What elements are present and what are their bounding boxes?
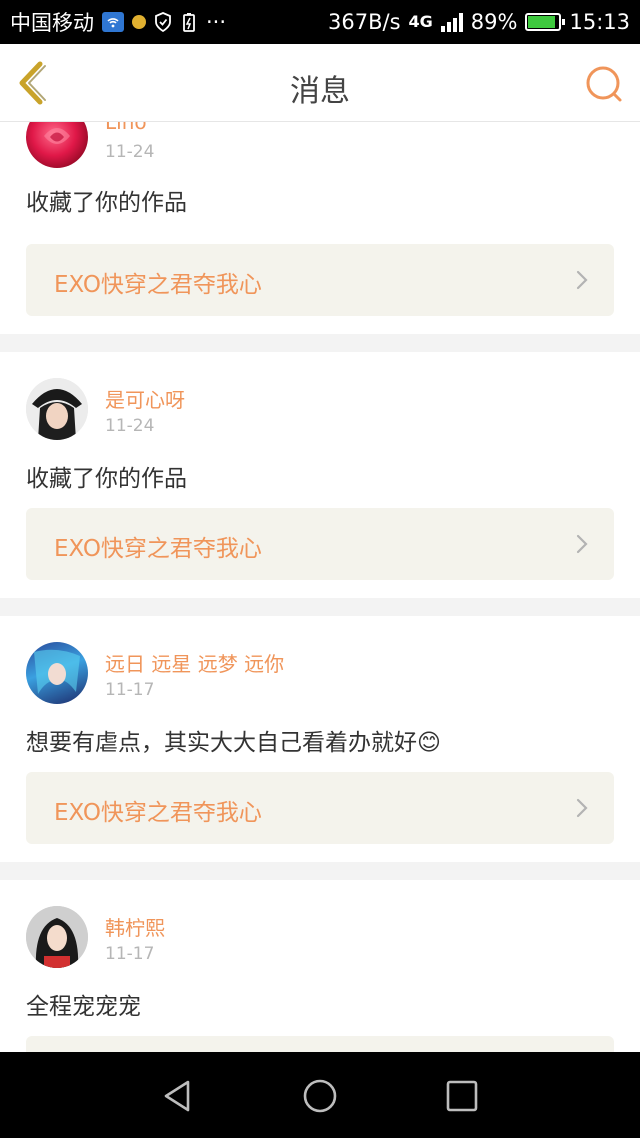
carrier-label: 中国移动 — [10, 11, 94, 35]
system-nav-bar — [0, 1052, 640, 1138]
chevron-right-icon — [576, 270, 588, 290]
avatar[interactable] — [26, 906, 88, 968]
username[interactable]: 是可心呀 — [105, 384, 185, 413]
nav-home-icon[interactable] — [302, 1078, 338, 1114]
network-type-label: 4G — [408, 12, 433, 31]
message-date: 11-17 — [105, 680, 155, 700]
chevron-right-icon — [576, 798, 588, 818]
username[interactable]: 远日 远星 远梦 远你 — [105, 648, 284, 677]
message-list[interactable]: Lino 11-24 收藏了你的作品 EXO快穿之君夺我心 是可心呀 11-24… — [0, 122, 640, 1052]
clock: 15:13 — [569, 10, 630, 34]
network-speed: 367B/s — [328, 10, 401, 34]
wifi-calling-icon — [102, 12, 124, 32]
shield-icon — [155, 12, 171, 32]
message-card: 远日 远星 远梦 远你 11-17 想要有虐点，其实大大自己看着办就好😊 EXO… — [0, 616, 640, 862]
work-link[interactable] — [26, 1036, 614, 1052]
avatar[interactable] — [26, 122, 88, 168]
message-card: 是可心呀 11-24 收藏了你的作品 EXO快穿之君夺我心 — [0, 352, 640, 598]
chevron-right-icon — [576, 534, 588, 554]
battery-fill — [528, 16, 556, 28]
message-text: 收藏了你的作品 — [26, 466, 187, 492]
work-link[interactable]: EXO快穿之君夺我心 — [26, 772, 614, 844]
battery-saver-icon — [183, 13, 195, 32]
message-card: 韩柠熙 11-17 全程宠宠宠 — [0, 880, 640, 1052]
status-bar: 中国移动 ··· 367B/s 4G 89% 15:13 — [0, 0, 640, 44]
message-date: 11-24 — [105, 416, 155, 436]
app-header: 消息 — [0, 44, 640, 122]
avatar[interactable] — [26, 378, 88, 440]
nav-back-icon[interactable] — [160, 1078, 196, 1114]
notification-dot-icon — [132, 15, 146, 29]
battery-percent: 89% — [470, 10, 518, 34]
page-title: 消息 — [290, 74, 350, 109]
work-link[interactable]: EXO快穿之君夺我心 — [26, 244, 614, 316]
message-date: 11-24 — [105, 142, 155, 162]
work-title: EXO快穿之君夺我心 — [54, 800, 262, 826]
smile-emoji-icon: 😊 — [417, 730, 441, 756]
username[interactable]: 韩柠熙 — [105, 912, 165, 941]
username[interactable]: Lino — [105, 122, 147, 134]
search-icon[interactable] — [584, 64, 624, 104]
work-title: EXO快穿之君夺我心 — [54, 536, 262, 562]
nav-recents-icon[interactable] — [444, 1078, 480, 1114]
work-title: EXO快穿之君夺我心 — [54, 272, 262, 298]
message-text-content: 想要有虐点，其实大大自己看着办就好 — [26, 730, 417, 756]
message-text: 收藏了你的作品 — [26, 190, 187, 216]
battery-icon — [525, 13, 566, 31]
avatar[interactable] — [26, 642, 88, 704]
work-link[interactable]: EXO快穿之君夺我心 — [26, 508, 614, 580]
message-card: Lino 11-24 收藏了你的作品 EXO快穿之君夺我心 — [0, 122, 640, 334]
message-date: 11-17 — [105, 944, 155, 964]
signal-strength-icon — [440, 12, 463, 32]
more-notifications-icon: ··· — [206, 10, 227, 34]
message-text: 想要有虐点，其实大大自己看着办就好😊 — [26, 723, 441, 757]
message-text: 全程宠宠宠 — [26, 994, 141, 1020]
